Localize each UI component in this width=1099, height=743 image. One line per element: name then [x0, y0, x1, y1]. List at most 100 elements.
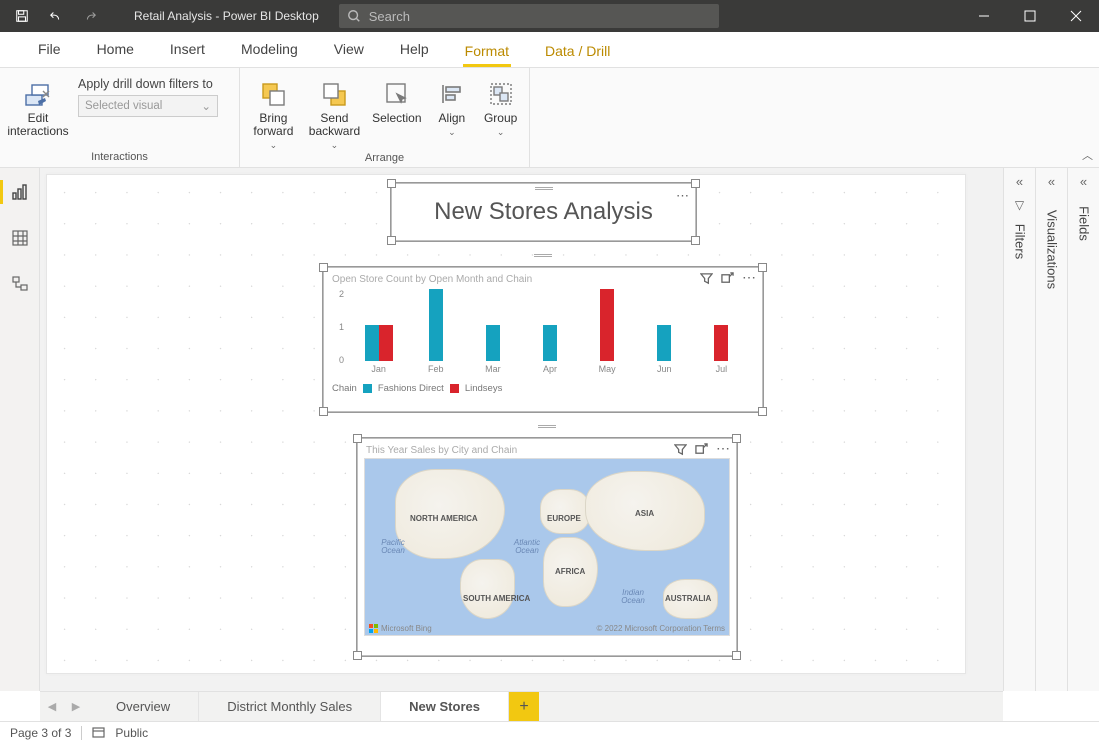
bar[interactable]	[486, 325, 500, 361]
workspace: ⋯ New Stores Analysis ⋯ Open Store Count…	[0, 168, 1099, 691]
resize-handle[interactable]	[732, 651, 741, 660]
menu-file[interactable]: File	[20, 31, 79, 67]
x-tick-label: Feb	[407, 364, 464, 374]
maximize-button[interactable]	[1007, 0, 1053, 32]
data-view-button[interactable]	[0, 224, 40, 252]
close-button[interactable]	[1053, 0, 1099, 32]
resize-handle[interactable]	[387, 236, 396, 245]
more-options-icon[interactable]: ⋯	[676, 188, 689, 204]
expand-icon[interactable]: «	[1004, 174, 1035, 189]
align-button[interactable]: Align⌄	[434, 72, 471, 138]
bar-chart-visual[interactable]: ⋯ Open Store Count by Open Month and Cha…	[323, 267, 763, 412]
selection-button[interactable]: Selection	[372, 72, 421, 125]
resize-handle[interactable]	[691, 236, 700, 245]
ribbon-group-arrange: Arrange	[250, 152, 519, 166]
resize-handle[interactable]	[353, 651, 362, 660]
chart-plot-area: 210 JanFebMarAprMayJunJul	[344, 289, 754, 375]
bar[interactable]	[600, 289, 614, 361]
x-tick-label: May	[579, 364, 636, 374]
ribbon-collapse-button[interactable]: ︿	[1082, 147, 1093, 163]
resize-handle[interactable]	[319, 407, 328, 416]
bar[interactable]	[543, 325, 557, 361]
tab-prev-button[interactable]: ◀	[40, 692, 64, 721]
menu-help[interactable]: Help	[382, 31, 447, 67]
menu-home[interactable]: Home	[79, 31, 152, 67]
report-view-button[interactable]	[0, 178, 40, 206]
tab-next-button[interactable]: ▶	[64, 692, 88, 721]
resize-handle[interactable]	[353, 434, 362, 443]
model-view-button[interactable]	[0, 270, 40, 298]
x-tick-label: Jan	[350, 364, 407, 374]
save-icon[interactable]	[6, 2, 38, 30]
more-options-icon[interactable]: ⋯	[716, 443, 730, 456]
align-icon	[436, 78, 468, 110]
window-title: Retail Analysis - Power BI Desktop	[134, 9, 319, 23]
canvas-scroll[interactable]: ⋯ New Stores Analysis ⋯ Open Store Count…	[40, 168, 1003, 691]
resize-handle[interactable]	[758, 407, 767, 416]
menu-modeling[interactable]: Modeling	[223, 31, 316, 67]
redo-icon[interactable]	[74, 2, 106, 30]
drill-down-label: Apply drill down filters to	[78, 77, 213, 91]
visualizations-pane[interactable]: « Visualizations	[1035, 168, 1067, 691]
chevron-down-icon: ⌄	[201, 99, 211, 113]
expand-icon[interactable]: «	[1068, 174, 1099, 189]
minimize-button[interactable]	[961, 0, 1007, 32]
menu-insert[interactable]: Insert	[152, 31, 223, 67]
more-options-icon[interactable]: ⋯	[742, 272, 756, 285]
send-backward-button[interactable]: Send backward ⌄	[309, 72, 360, 152]
map-visual[interactable]: ⋯ This Year Sales by City and Chain NORT…	[357, 438, 737, 656]
chart-title: Open Store Count by Open Month and Chain	[332, 274, 754, 285]
menu-format[interactable]: Format	[447, 31, 527, 67]
resize-handle[interactable]	[758, 263, 767, 272]
ribbon: Edit interactions Apply drill down filte…	[0, 68, 1099, 168]
focus-mode-icon[interactable]	[695, 443, 708, 456]
menu-view[interactable]: View	[316, 31, 382, 67]
map-terms[interactable]: © 2022 Microsoft Corporation Terms	[597, 624, 725, 633]
bring-forward-button[interactable]: Bring forward ⌄	[250, 72, 297, 152]
focus-mode-icon[interactable]	[721, 272, 734, 285]
bar[interactable]	[379, 325, 393, 361]
filter-icon[interactable]	[674, 443, 687, 456]
title-textbox-visual[interactable]: ⋯ New Stores Analysis	[391, 183, 696, 241]
drag-handle-icon[interactable]	[534, 254, 552, 257]
drag-handle-icon[interactable]	[535, 187, 553, 190]
page-indicator: Page 3 of 3	[10, 726, 71, 740]
add-page-button[interactable]: +	[509, 692, 539, 721]
edit-interactions-icon	[22, 78, 54, 110]
page-tab-overview[interactable]: Overview	[88, 692, 199, 721]
group-button[interactable]: Group⌄	[482, 72, 519, 138]
edit-interactions-button[interactable]: Edit interactions	[10, 72, 66, 138]
page-tab-district[interactable]: District Monthly Sales	[199, 692, 381, 721]
resize-handle[interactable]	[691, 179, 700, 188]
bar[interactable]	[429, 289, 443, 361]
report-canvas[interactable]: ⋯ New Stores Analysis ⋯ Open Store Count…	[46, 174, 966, 674]
resize-handle[interactable]	[319, 263, 328, 272]
title-text: New Stores Analysis	[434, 198, 653, 226]
selection-icon	[381, 78, 413, 110]
bring-forward-icon	[257, 78, 289, 110]
menu-data-drill[interactable]: Data / Drill	[527, 31, 628, 67]
undo-icon[interactable]	[40, 2, 72, 30]
expand-icon[interactable]: «	[1036, 174, 1067, 189]
send-backward-icon	[318, 78, 350, 110]
resize-handle[interactable]	[732, 434, 741, 443]
page-tab-newstores[interactable]: New Stores	[381, 692, 509, 721]
filters-pane[interactable]: « ▽ Filters	[1003, 168, 1035, 691]
search-placeholder: Search	[369, 9, 410, 24]
resize-handle[interactable]	[387, 179, 396, 188]
filter-icon[interactable]	[700, 272, 713, 285]
page-tabs: ◀ ▶ Overview District Monthly Sales New …	[40, 691, 1003, 721]
bar[interactable]	[657, 325, 671, 361]
fields-pane[interactable]: « Fields	[1067, 168, 1099, 691]
bar[interactable]	[365, 325, 379, 361]
search-box[interactable]: Search	[339, 4, 719, 28]
bar[interactable]	[714, 325, 728, 361]
x-tick-label: Apr	[521, 364, 578, 374]
map-area[interactable]: NORTH AMERICA SOUTH AMERICA EUROPE AFRIC…	[364, 458, 730, 636]
group-icon	[485, 78, 517, 110]
drag-handle-icon[interactable]	[538, 425, 556, 428]
drill-down-select[interactable]: Selected visual⌄	[78, 95, 218, 117]
search-icon	[347, 9, 361, 23]
menu-bar: File Home Insert Modeling View Help Form…	[0, 32, 1099, 68]
sensitivity-icon	[92, 726, 105, 739]
